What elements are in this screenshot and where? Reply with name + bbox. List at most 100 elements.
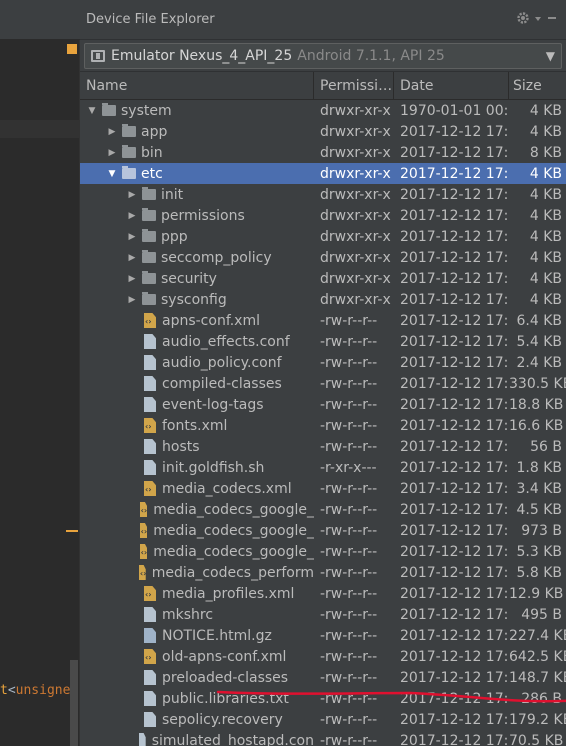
file-tree: ▼ system drwxr-xr-x 1970-01-01 00:0 4 KB ▶ app… (80, 100, 566, 746)
cell-date: 2017-12-12 17:0 (400, 711, 509, 728)
archive-file-icon (144, 628, 156, 643)
tree-row-file[interactable]: preloaded-classes -rw-r--r-- 2017-12-12 17… (80, 667, 566, 688)
tree-row-file[interactable]: NOTICE.html.gz -rw-r--r-- 2017-12-12 17:2 2… (80, 625, 566, 646)
tree-row-file[interactable]: ‹› old-apns-conf.xml -rw-r--r-- 2017-12-12 … (80, 646, 566, 667)
file-name: app (141, 123, 168, 140)
cell-name: hosts (80, 439, 314, 455)
file-name: simulated_hostapd.con (151, 732, 314, 746)
code-editor[interactable]: t<unsigne (0, 0, 80, 746)
file-name: media_codecs_google_ (153, 522, 314, 539)
column-header-permissions[interactable]: Permissi… (314, 72, 394, 99)
cell-permissions: -rw-r--r-- (320, 375, 378, 392)
expand-arrow-right-icon[interactable]: ▶ (126, 211, 138, 221)
tree-row-folder[interactable]: ▼ system drwxr-xr-x 1970-01-01 00:0 4 KB (80, 100, 566, 121)
cell-date: 2017-12-12 17:1 (400, 144, 509, 161)
file-name: sepolicy.recovery (162, 711, 283, 728)
file-name: mkshrc (162, 606, 214, 623)
file-name: media_codecs_perform (151, 564, 314, 581)
file-icon (144, 334, 156, 349)
panel-header: Device File Explorer (80, 0, 566, 40)
cell-size: 4 KB (529, 249, 562, 266)
xml-file-icon: ‹› (139, 523, 148, 538)
tree-row-file[interactable]: ‹› fonts.xml -rw-r--r-- 2017-12-12 17:1 16.6… (80, 415, 566, 436)
tree-row-file[interactable]: ‹› apns-conf.xml -rw-r--r-- 2017-12-12 17:1… (80, 310, 566, 331)
file-name: etc (141, 165, 163, 182)
expand-arrow-right-icon[interactable]: ▶ (126, 232, 138, 242)
tree-row-folder[interactable]: ▶ ppp drwxr-xr-x 2017-12-12 17:0 4 KB (80, 226, 566, 247)
tree-row-file[interactable]: event-log-tags -rw-r--r-- 2017-12-12 17:1 1… (80, 394, 566, 415)
tree-row-file[interactable]: init.goldfish.sh -r-xr-x--- 2017-12-12 17:… (80, 457, 566, 478)
column-header-size[interactable]: Size (509, 72, 566, 99)
tree-row-file[interactable]: ‹› media_codecs_perform -rw-r--r-- 2017-12-… (80, 562, 566, 583)
tree-row-file[interactable]: ‹› media_codecs.xml -rw-r--r-- 2017-12-12 1… (80, 478, 566, 499)
tree-row-file[interactable]: audio_policy.conf -rw-r--r-- 2017-12-12 17… (80, 352, 566, 373)
cell-date: 2017-12-12 17:1 (400, 207, 509, 224)
tree-row-folder[interactable]: ▶ bin drwxr-xr-x 2017-12-12 17:1 8 KB (80, 142, 566, 163)
cell-size: 148.7 KB (509, 669, 566, 686)
expand-arrow-right-icon[interactable]: ▶ (126, 295, 138, 305)
cell-size: 16.6 KB (509, 417, 564, 434)
tree-row-folder[interactable]: ▶ seccomp_policy drwxr-xr-x 2017-12-12 17:0… (80, 247, 566, 268)
editor-code-line[interactable]: t<unsigne (0, 681, 80, 701)
cell-permissions: -rw-r--r-- (320, 480, 378, 497)
tree-row-folder[interactable]: ▶ sysconfig drwxr-xr-x 2017-12-12 17:1 4 KB (80, 289, 566, 310)
tree-row-file[interactable]: sepolicy.recovery -rw-r--r-- 2017-12-12 17… (80, 709, 566, 730)
tree-row-folder[interactable]: ▶ security drwxr-xr-x 2017-12-12 17:1 4 KB (80, 268, 566, 289)
xml-file-icon: ‹› (139, 544, 148, 559)
expand-arrow-right-icon[interactable]: ▶ (106, 148, 118, 158)
column-header-date[interactable]: Date (394, 72, 509, 99)
tree-row-file[interactable]: ‹› media_profiles.xml -rw-r--r-- 2017-12-12… (80, 583, 566, 604)
device-dropdown[interactable]: Emulator Nexus_4_API_25 Android 7.1.1, A… (84, 42, 562, 69)
expand-arrow-down-icon[interactable]: ▼ (86, 106, 98, 116)
cell-permissions: drwxr-xr-x (320, 249, 391, 266)
tree-row-file[interactable]: ‹› media_codecs_google_ -rw-r--r-- 2017-12-… (80, 499, 566, 520)
xml-glyph-icon: ‹› (140, 527, 148, 536)
cell-name: event-log-tags (80, 397, 314, 413)
expand-arrow-right-icon[interactable]: ▶ (126, 190, 138, 200)
xml-file-icon: ‹› (139, 502, 148, 517)
cell-size: 6.4 KB (516, 312, 563, 329)
cell-size: 1.8 KB (516, 459, 563, 476)
expand-arrow-right-icon[interactable]: ▶ (106, 127, 118, 137)
cell-size: 56 B (530, 438, 562, 455)
gear-icon[interactable] (516, 11, 530, 29)
cell-permissions: -rw-r--r-- (320, 585, 378, 602)
collapse-icon[interactable] (546, 12, 558, 28)
cell-name: ‹› media_profiles.xml (80, 586, 314, 602)
tree-row-file[interactable]: compiled-classes -rw-r--r-- 2017-12-12 17:… (80, 373, 566, 394)
tree-row-file[interactable]: public.libraries.txt -rw-r--r-- 2017-12-12… (80, 688, 566, 709)
cell-date: 2017-12-12 17:2 (400, 627, 509, 644)
tree-row-folder[interactable]: ▶ app drwxr-xr-x 2017-12-12 17:0 4 KB (80, 121, 566, 142)
editor-scrollbar[interactable] (70, 660, 78, 746)
warning-marker-icon[interactable] (67, 44, 77, 54)
tree-row-file[interactable]: hosts -rw-r--r-- 2017-12-12 17:1 56 B (80, 436, 566, 457)
tree-row-file[interactable]: ‹› media_codecs_google_ -rw-r--r-- 2017-12-… (80, 541, 566, 562)
xml-file-icon: ‹› (144, 481, 156, 496)
tree-row-file[interactable]: simulated_hostapd.con -rw-r--r-- 2017-12-1… (80, 730, 566, 746)
device-icon (91, 49, 105, 62)
tree-row-file[interactable]: audio_effects.conf -rw-r--r-- 2017-12-12 1… (80, 331, 566, 352)
tree-row-folder[interactable]: ▶ permissions drwxr-xr-x 2017-12-12 17:1 4 K… (80, 205, 566, 226)
error-stripe-mark[interactable] (66, 530, 78, 532)
tree-row-file[interactable]: ‹› media_codecs_google_ -rw-r--r-- 2017-12-… (80, 520, 566, 541)
chevron-down-icon[interactable] (534, 12, 542, 27)
file-name: apns-conf.xml (162, 312, 260, 329)
cell-name: preloaded-classes (80, 670, 314, 686)
file-name: sysconfig (161, 291, 227, 308)
expand-arrow-right-icon[interactable]: ▶ (126, 253, 138, 263)
cell-size: 495 B (521, 606, 562, 623)
expand-arrow-down-icon[interactable]: ▼ (106, 169, 118, 179)
expand-arrow-right-icon[interactable]: ▶ (126, 274, 138, 284)
xml-glyph-icon: ‹› (145, 422, 152, 431)
file-name: fonts.xml (162, 417, 228, 434)
tree-row-folder[interactable]: ▶ init drwxr-xr-x 2017-12-12 17:0 4 KB (80, 184, 566, 205)
cell-name: ▶ init (80, 186, 314, 203)
file-icon (144, 607, 156, 622)
table-header: Name Permissi… Date Size (80, 72, 566, 100)
cell-date: 2017-12-12 17:1 (400, 564, 509, 581)
file-name: system (121, 102, 172, 119)
cell-name: ▶ security (80, 270, 314, 287)
tree-row-file[interactable]: mkshrc -rw-r--r-- 2017-12-12 17:0 495 B (80, 604, 566, 625)
tree-row-folder[interactable]: ▼ etc drwxr-xr-x 2017-12-12 17:2 4 KB (80, 163, 566, 184)
column-header-name[interactable]: Name (80, 72, 314, 99)
